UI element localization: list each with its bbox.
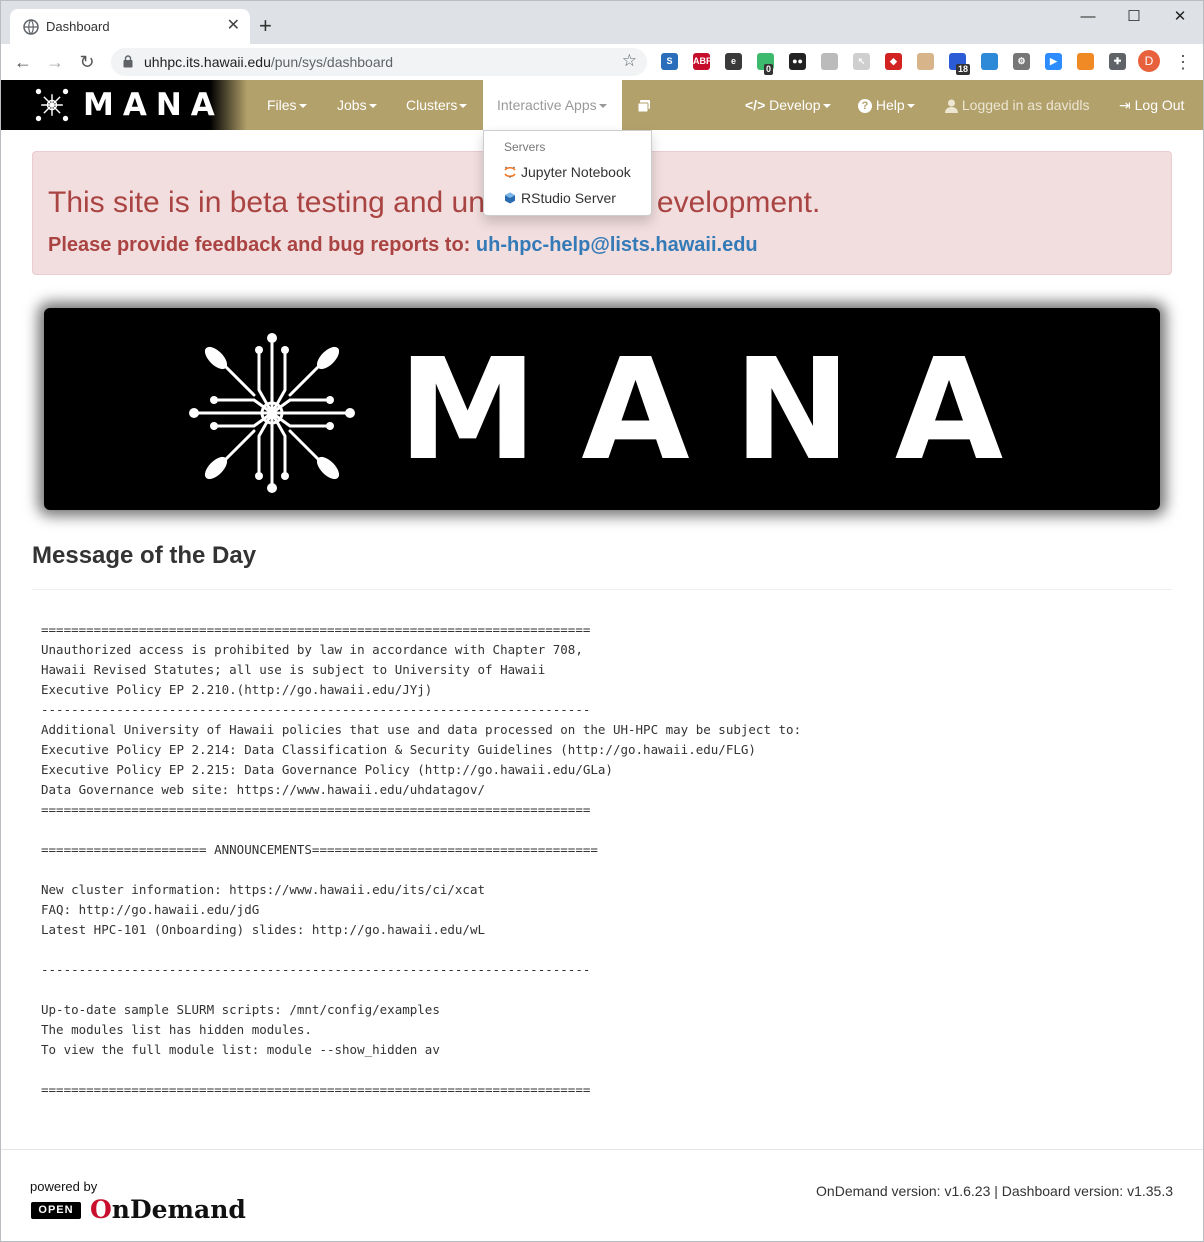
address-bar[interactable]: uhhpc.its.hawaii.edu/pun/sys/dashboard ☆	[111, 48, 647, 76]
bookmark-star-icon[interactable]: ☆	[622, 51, 637, 71]
version-info: OnDemand version: v1.6.23 | Dashboard ve…	[816, 1183, 1173, 1199]
extension-badge: 0	[764, 64, 774, 75]
close-window-button[interactable]: ✕	[1157, 5, 1203, 29]
caret-down-icon	[822, 104, 831, 109]
reload-icon[interactable]: ↻	[75, 50, 99, 74]
dropdown-header-servers: Servers	[504, 140, 546, 154]
caret-down-icon	[598, 104, 607, 109]
caret-down-icon	[459, 104, 468, 109]
mana-emblem-icon	[35, 88, 69, 122]
nav-jobs[interactable]: Jobs	[337, 80, 377, 130]
browser-tab-strip: Dashboard ✕ + — ☐ ✕	[0, 0, 1204, 45]
nav-develop[interactable]: </> Develop	[745, 80, 831, 130]
mana-banner: MANA	[44, 308, 1160, 510]
profile-avatar[interactable]: D	[1138, 50, 1160, 72]
rss-ext-icon[interactable]	[1077, 53, 1094, 70]
puzzle-icon[interactable]: ✚	[1109, 53, 1126, 70]
browser-toolbar: ← → ↻ uhhpc.its.hawaii.edu/pun/sys/dashb…	[0, 44, 1204, 80]
menu-item-jupyter-notebook[interactable]: Jupyter Notebook	[504, 164, 631, 180]
gear-ext-icon[interactable]: ⚙	[1013, 53, 1030, 70]
powered-by-label: powered by	[30, 1179, 98, 1194]
nav-log-out[interactable]: ⇥ Log Out	[1119, 80, 1184, 130]
cursor-ext-icon[interactable]: ↖	[853, 53, 870, 70]
motd-divider	[32, 589, 1172, 590]
ondemand-logo[interactable]: OnDemand	[90, 1195, 246, 1225]
alert-feedback: Please provide feedback and bug reports …	[48, 234, 758, 256]
s-ext-icon[interactable]: S	[661, 53, 678, 70]
tab-close-icon[interactable]: ✕	[227, 16, 240, 36]
motd-title: Message of the Day	[32, 542, 257, 569]
browser-menu-icon[interactable]: ⋮	[1171, 50, 1195, 74]
question-circle-icon: ?	[858, 99, 872, 114]
nav-help[interactable]: ? Help	[858, 80, 915, 130]
brand-name: MANA	[83, 87, 224, 123]
caret-down-icon	[298, 104, 307, 109]
nav-my-sessions[interactable]	[637, 80, 651, 130]
blue-window-ext-icon[interactable]	[981, 53, 998, 70]
back-icon[interactable]: ←	[11, 50, 35, 74]
nav-interactive-apps[interactable]: Interactive Apps	[483, 80, 622, 130]
forward-icon[interactable]: →	[43, 50, 67, 74]
motd-body: ========================================…	[41, 622, 802, 1097]
e-ext-icon[interactable]: e	[725, 53, 742, 70]
rstudio-icon	[505, 192, 515, 204]
banner-title: MANA	[398, 329, 1048, 492]
caret-down-icon	[906, 104, 915, 109]
tab-title: Dashboard	[46, 19, 110, 34]
face-ext-icon[interactable]	[917, 53, 934, 70]
brand-logo-link[interactable]: MANA	[1, 80, 247, 130]
nav-files[interactable]: Files	[267, 80, 307, 130]
red-diamond-ext-icon[interactable]: ◆	[885, 53, 902, 70]
sessions-icon	[637, 100, 650, 113]
caret-down-icon	[368, 104, 377, 109]
app-navbar: MANA Files Jobs Clusters Interactive App…	[1, 80, 1203, 130]
extension-badge: 18	[956, 64, 971, 75]
globe-icon	[23, 19, 39, 35]
mana-emblem-icon	[189, 333, 355, 493]
new-tab-button[interactable]: +	[259, 13, 272, 39]
minimize-button[interactable]: —	[1065, 5, 1111, 29]
adblock-plus-icon[interactable]: ABP	[693, 53, 712, 70]
nav-clusters[interactable]: Clusters	[406, 80, 468, 130]
maximize-button[interactable]: ☐	[1111, 5, 1157, 29]
open-badge: OPEN	[31, 1202, 81, 1219]
zoom-ext-icon[interactable]: ▶	[1045, 53, 1062, 70]
lock-icon	[123, 55, 133, 68]
alert-headline: This site is in beta testing and un evelo…	[48, 186, 821, 219]
code-icon: </>	[745, 97, 766, 113]
menu-item-rstudio-server[interactable]: RStudio Server	[504, 190, 616, 206]
grey-circle-ext-icon[interactable]	[821, 53, 838, 70]
sign-out-icon: ⇥	[1119, 97, 1131, 113]
interactive-apps-dropdown: Servers Jupyter Notebook RStudio Server	[483, 130, 652, 216]
help-email-link[interactable]: uh-hpc-help@lists.hawaii.edu	[476, 234, 758, 256]
url-text: uhhpc.its.hawaii.edu/pun/sys/dashboard	[144, 54, 394, 70]
nav-logged-in-as: Logged in as davidls	[945, 80, 1090, 130]
user-icon	[945, 99, 958, 114]
footer-divider	[1, 1149, 1203, 1150]
browser-tab[interactable]: Dashboard ✕	[10, 9, 250, 45]
mask-ext-icon[interactable]: ●●	[789, 53, 806, 70]
jupyter-icon	[504, 166, 516, 178]
